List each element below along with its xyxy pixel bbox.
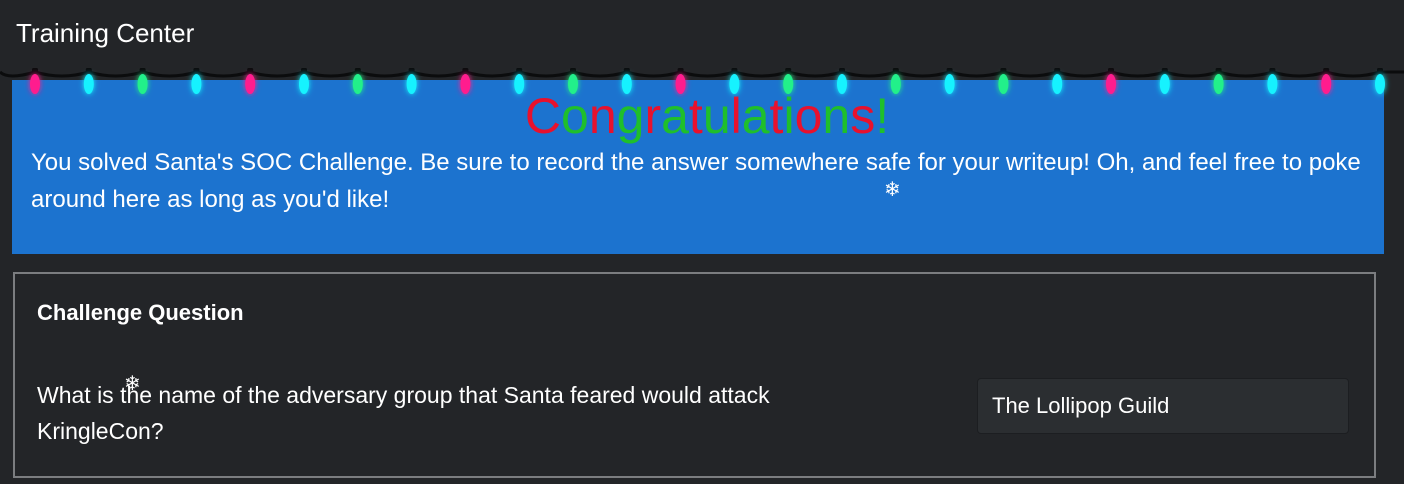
challenge-question: What is the name of the adversary group … <box>37 382 770 444</box>
congratulations-banner: Congratulations! You solved Santa's SOC … <box>12 80 1384 254</box>
snowflake-icon: ❄ <box>884 179 901 201</box>
snowflake-icon: ❄ <box>124 373 141 395</box>
banner-message: You solved Santa's SOC Challenge. Be sur… <box>31 149 1361 213</box>
page-title: Training Center <box>16 18 195 48</box>
christmas-lights-decoration <box>0 68 1404 94</box>
challenge-heading: Challenge Question <box>37 300 244 325</box>
challenge-panel: Challenge Question What is the name of t… <box>13 272 1376 478</box>
answer-input[interactable] <box>977 378 1349 434</box>
